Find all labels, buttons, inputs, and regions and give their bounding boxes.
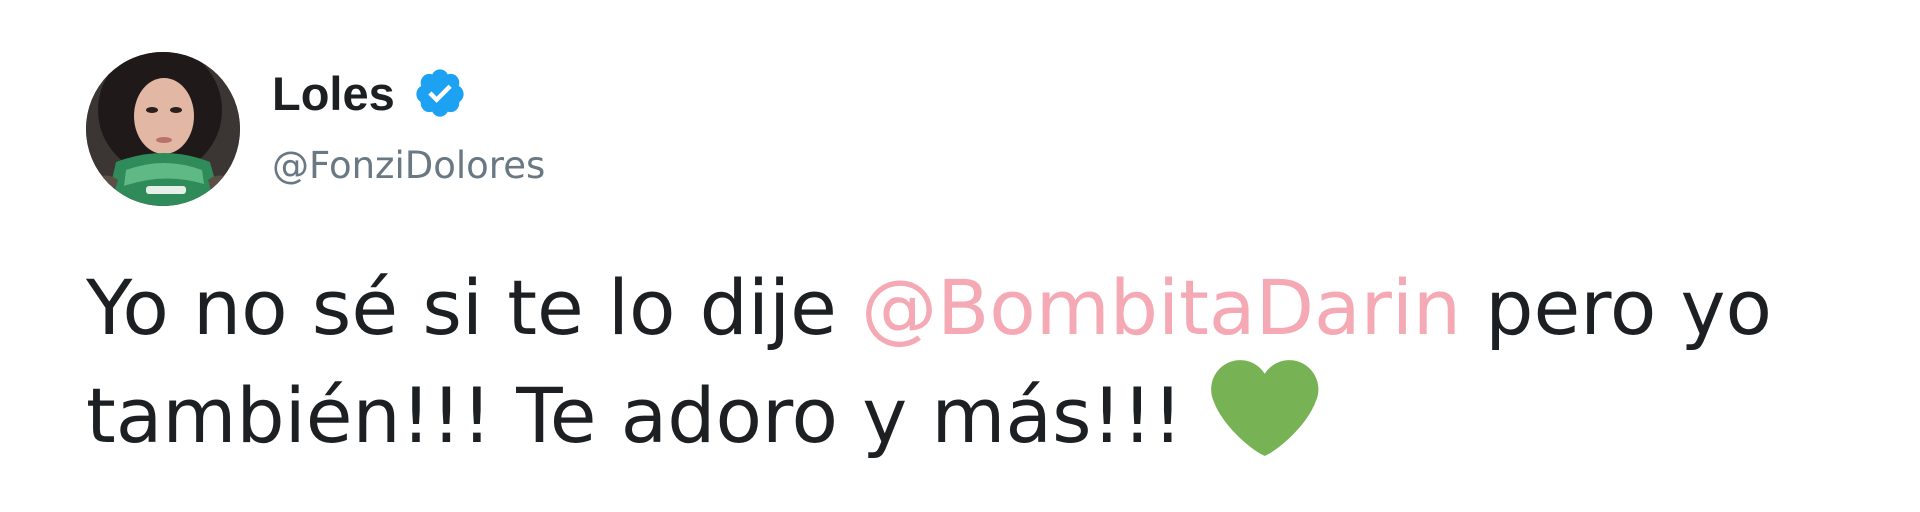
tweet-text: Yo no sé si te lo dije @BombitaDarin per… (86, 256, 1886, 464)
author-name-row[interactable]: Loles (272, 62, 467, 124)
tweet-text-segment: pero yo (1461, 263, 1772, 352)
tweet-text-segment: Yo no sé si te lo dije (86, 263, 862, 352)
tweet-card: Loles @FonziDolores Yo no sé si te lo di… (0, 0, 1920, 512)
author-display-name[interactable]: Loles (272, 66, 395, 121)
mention-link[interactable]: @BombitaDarin (861, 263, 1461, 352)
green-heart-icon (1207, 360, 1319, 456)
tweet-text-line-2: también!!! Te adoro y más!!! (86, 360, 1886, 464)
author-handle[interactable]: @FonziDolores (272, 144, 545, 187)
avatar-photo-icon (86, 52, 240, 206)
tweet-text-segment: también!!! Te adoro y más!!! (86, 371, 1183, 460)
verified-badge-icon (413, 66, 467, 120)
avatar[interactable] (86, 52, 240, 206)
tweet-text-line-1: Yo no sé si te lo dije @BombitaDarin per… (86, 256, 1886, 360)
